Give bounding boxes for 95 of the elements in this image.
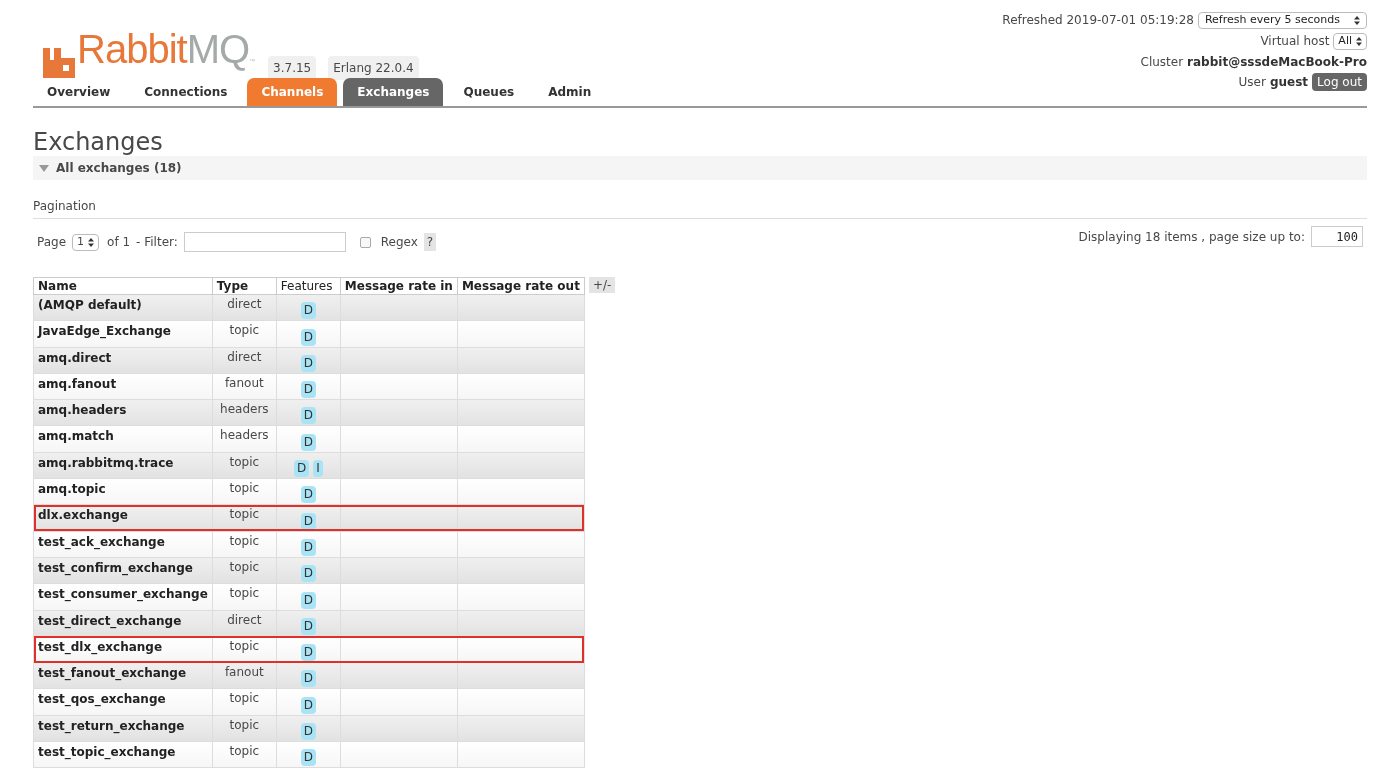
column-header: Name [33,277,213,295]
exchange-type: headers [220,428,269,443]
feature-badge: D [300,486,316,504]
exchange-row[interactable]: (AMQP default) direct D [33,294,585,321]
feature-badge: D [300,723,316,741]
user-name: guest [1269,74,1309,91]
column-header: Type [212,277,277,295]
displaying-text: Displaying 18 items , page size up to: [1078,228,1305,246]
exchange-type: topic [229,454,260,469]
nav-tab[interactable]: Admin [534,78,606,106]
exchange-type: topic [229,559,260,574]
feature-badge: D [300,328,316,346]
exchange-type: topic [229,586,260,601]
updown-arrows-icon [88,237,95,247]
exchange-row[interactable]: test_return_exchange topic D [33,715,585,742]
exchange-type: direct [227,612,262,627]
exchange-type: fanout [224,375,264,390]
exchange-type: topic [229,638,260,653]
logo-icon [43,48,75,78]
updown-arrows-icon [1356,36,1362,46]
exchange-row[interactable]: test_fanout_exchange fanout D [33,662,585,689]
virtual-host-label: Virtual host [1260,33,1330,50]
exchange-type: topic [229,323,260,338]
column-header: Message rate out [457,277,585,295]
feature-badge: D [300,670,316,688]
exchange-type: topic [229,691,260,706]
exchange-row[interactable]: test_topic_exchange topic D [33,741,585,768]
exchange-row[interactable]: amq.rabbitmq.trace topic D I [33,452,585,479]
nav-tab[interactable]: Overview [33,78,125,106]
nav-tab[interactable]: Exchanges [343,78,444,106]
section-header[interactable]: All exchanges (18) [33,156,1367,180]
feature-badge: D [300,381,316,399]
exchange-row[interactable]: JavaEdge_Exchange topic D [33,320,585,348]
exchange-type: topic [229,481,260,496]
exchange-row[interactable]: amq.headers headers D [33,399,585,426]
columns-toggle-button[interactable]: +/- [588,277,616,293]
filter-label: - Filter: [136,234,178,251]
nav-tab[interactable]: Connections [130,78,242,106]
regex-checkbox[interactable] [359,236,371,248]
exchange-row[interactable]: amq.match headers D [33,426,585,453]
triangle-icon [39,164,49,172]
help-button[interactable]: ? [423,233,437,251]
exchange-row[interactable]: test_qos_exchange topic D [33,688,585,716]
exchange-row[interactable]: amq.direct direct D [33,347,585,374]
cluster-name: rabbit@sssdeMacBook-Pro [1187,53,1367,71]
user-label: User [1238,74,1266,91]
refreshed-time: Refreshed 2019-07-01 05:19:28 [1002,12,1194,29]
page-size-field[interactable]: 100 [1311,226,1363,247]
page-title: Exchanges [33,128,164,156]
exchange-row[interactable]: amq.topic topic D [33,478,585,505]
updown-arrows-icon [1354,15,1360,25]
refresh-select[interactable]: Refresh every 5 seconds [1197,11,1367,29]
exchange-type: direct [227,349,262,364]
exchange-row[interactable]: test_consumer_exchange topic D [33,583,585,611]
exchange-type: topic [229,533,260,548]
feature-badge: D [300,354,316,372]
feature-badge: D [300,617,316,635]
feature-badge: D [293,460,310,478]
logout-button[interactable]: Log out [1312,73,1367,91]
regex-label: Regex [380,234,418,251]
column-header: Message rate in [340,277,458,295]
feature-badge: D [300,591,316,609]
exchange-type: topic [229,717,260,732]
feature-badge: D [300,565,316,583]
page-label: Page [37,234,67,251]
exchange-type: topic [229,507,260,522]
exchange-row[interactable]: test_direct_exchange direct D [33,610,585,637]
feature-badge: D [300,512,316,530]
version-label: 3.7.15 [268,56,317,80]
feature-badge: D [300,749,316,767]
exchange-row[interactable]: dlx.exchange topic D [33,504,585,532]
exchange-row[interactable]: test_dlx_exchange topic D [33,636,585,663]
nav-tab[interactable]: Queues [449,78,529,106]
exchange-row[interactable]: test_confirm_exchange topic D [33,557,585,584]
page-count: of 1 [107,234,131,251]
exchange-type: headers [220,402,269,417]
exchange-row[interactable]: test_ack_exchange topic D [33,531,585,558]
exchange-row[interactable]: amq.fanout fanout D [33,373,585,400]
filter-field[interactable] [183,232,346,252]
column-header: Features [276,277,341,295]
feature-badge: D [300,302,316,320]
feature-badge: D [300,407,316,425]
exchange-type: direct [227,297,262,311]
feature-badge: D [300,433,316,451]
virtual-host-select[interactable]: All [1333,32,1367,50]
feature-badge: D [300,696,316,714]
feature-badge: D [300,538,316,556]
exchange-type: topic [229,744,260,759]
cluster-label: Cluster [1140,53,1184,71]
version-label: Erlang 22.0.4 [328,56,419,80]
feature-badge: I [313,460,323,478]
pagination-title: Pagination [33,197,1367,219]
feature-badge: D [300,644,316,662]
page-select[interactable]: 1 [72,233,100,251]
exchange-type: fanout [224,665,264,680]
